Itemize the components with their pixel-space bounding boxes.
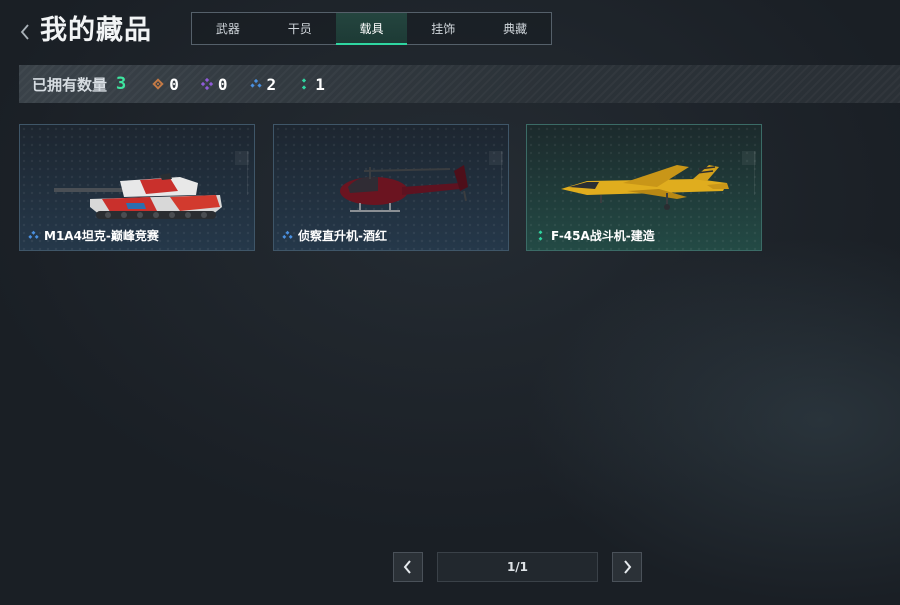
- rarity-count-value: 1: [315, 74, 325, 94]
- green-rarity-icon: [538, 230, 543, 241]
- next-page-button[interactable]: [612, 552, 642, 582]
- vehicle-card-tank[interactable]: M1A4坦克-巅峰竞赛: [19, 124, 255, 251]
- rarity-count-value: 0: [169, 74, 179, 94]
- owned-summary-bar: 已拥有数量 3 0 0 2 1: [19, 65, 900, 103]
- rarity-count-value: 2: [266, 74, 277, 94]
- tab-vehicles[interactable]: 载具: [335, 13, 408, 45]
- tab-operators[interactable]: 干员: [264, 13, 336, 44]
- chevron-left-icon: [403, 560, 411, 574]
- category-tabs: 武器 干员 载具 挂饰 典藏: [191, 12, 552, 45]
- vehicle-card-helicopter[interactable]: 侦察直升机-酒红: [273, 124, 509, 251]
- owned-total-count: 3: [116, 74, 127, 94]
- green-rarity-icon: [302, 78, 307, 90]
- back-button[interactable]: [16, 19, 34, 45]
- owned-count-label: 已拥有数量: [32, 75, 108, 94]
- card-name-row: M1A4坦克-巅峰竞赛: [28, 227, 159, 244]
- card-item-name: F-45A战斗机-建造: [551, 229, 655, 243]
- blue-rarity-icon: [28, 230, 39, 239]
- fighter-jet-image: [561, 165, 729, 210]
- rarity-count-orange: 0: [152, 75, 179, 94]
- card-name-row: 侦察直升机-酒红: [282, 227, 387, 244]
- vehicle-card-fighter-jet[interactable]: F-45A战斗机-建造: [526, 124, 762, 251]
- card-item-name: 侦察直升机-酒红: [298, 229, 387, 243]
- chevron-left-icon: [20, 24, 29, 40]
- helicopter-image: [340, 165, 468, 212]
- rarity-count-blue: 2: [249, 74, 277, 94]
- orange-rarity-icon: [152, 78, 164, 90]
- rarity-count-value: 0: [217, 74, 228, 94]
- rarity-count-green: 1: [298, 75, 325, 94]
- blue-rarity-icon: [249, 78, 262, 88]
- card-name-row: F-45A战斗机-建造: [535, 227, 655, 244]
- page-indicator: 1/1: [437, 552, 598, 582]
- tab-weapons[interactable]: 武器: [192, 13, 264, 44]
- tab-collection[interactable]: 典藏: [479, 13, 551, 44]
- prev-page-button[interactable]: [393, 552, 423, 582]
- chevron-right-icon: [624, 560, 632, 574]
- page-title: 我的藏品: [40, 15, 152, 46]
- rarity-count-purple: 0: [200, 74, 228, 94]
- tank-image: [54, 173, 222, 219]
- tab-charms[interactable]: 挂饰: [407, 13, 479, 44]
- blue-rarity-icon: [282, 230, 293, 239]
- card-item-name: M1A4坦克-巅峰竞赛: [44, 229, 159, 243]
- purple-rarity-icon: [200, 78, 213, 90]
- pagination: 1/1: [0, 552, 900, 582]
